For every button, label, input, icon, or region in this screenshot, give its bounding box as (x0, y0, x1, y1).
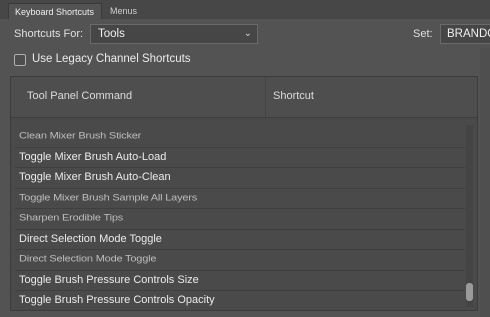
table-row[interactable]: Toggle Brush Pressure Controls Opacity (15, 291, 465, 310)
table-row[interactable]: Clean Mixer Brush Sticker (15, 127, 465, 148)
shortcuts-for-dropdown[interactable]: Tools ⌄ (90, 24, 258, 44)
row-label: Sharpen Erodible Tips (19, 213, 124, 223)
table-row[interactable]: Toggle Brush Pressure Controls Size (15, 271, 465, 291)
legacy-channel-shortcuts-label: Use Legacy Channel Shortcuts (32, 53, 191, 65)
table-row[interactable]: Sharpen Erodible Tips (15, 209, 465, 230)
set-label: Set: (413, 28, 433, 40)
right-panel-edge (480, 48, 490, 317)
table-row[interactable]: Toggle Mixer Brush Auto-Clean (15, 168, 465, 189)
table-row[interactable]: Direct Selection Mode Toggle (15, 250, 465, 271)
column-header-command[interactable]: Tool Panel Command (27, 90, 132, 102)
shortcuts-for-label: Shortcuts For: (14, 28, 84, 40)
table-row[interactable]: Toggle Mixer Brush Sample All Layers (15, 189, 465, 209)
column-divider (265, 77, 266, 117)
row-label: Toggle Mixer Brush Auto-Clean (19, 171, 171, 183)
row-label: Direct Selection Mode Toggle (19, 254, 157, 264)
set-value: BRANDO (447, 28, 490, 40)
scrollbar-thumb[interactable] (466, 283, 473, 301)
scrollbar-track[interactable] (466, 125, 473, 307)
table-row[interactable]: Toggle Mixer Brush Auto-Load (15, 148, 465, 168)
row-label: Toggle Mixer Brush Auto-Load (19, 150, 167, 163)
row-label: Direct Selection Mode Toggle (19, 232, 162, 245)
row-label: Toggle Brush Pressure Controls Size (19, 273, 199, 286)
row-label: Toggle Brush Pressure Controls Opacity (19, 294, 215, 306)
row-label: Clean Mixer Brush Sticker (19, 131, 142, 141)
tab-bar: Keyboard Shortcuts Menus (0, 0, 490, 19)
tab-keyboard-shortcuts[interactable]: Keyboard Shortcuts (8, 3, 102, 19)
table-header: Tool Panel Command Shortcut (11, 77, 477, 118)
shortcuts-table: Tool Panel Command Shortcut Clean Mixer … (10, 76, 478, 311)
tab-menus[interactable]: Menus (104, 3, 143, 19)
row-label: Toggle Mixer Brush Sample All Layers (19, 192, 198, 203)
table-row[interactable]: Direct Selection Mode Toggle (15, 230, 465, 250)
legacy-channel-shortcuts-checkbox[interactable] (14, 54, 26, 66)
column-header-shortcut[interactable]: Shortcut (273, 90, 314, 102)
chevron-down-icon: ⌄ (243, 28, 252, 39)
set-dropdown[interactable]: BRANDO (440, 24, 490, 44)
shortcuts-for-value: Tools (98, 28, 125, 40)
table-rows: Clean Mixer Brush Sticker Toggle Mixer B… (15, 127, 465, 310)
